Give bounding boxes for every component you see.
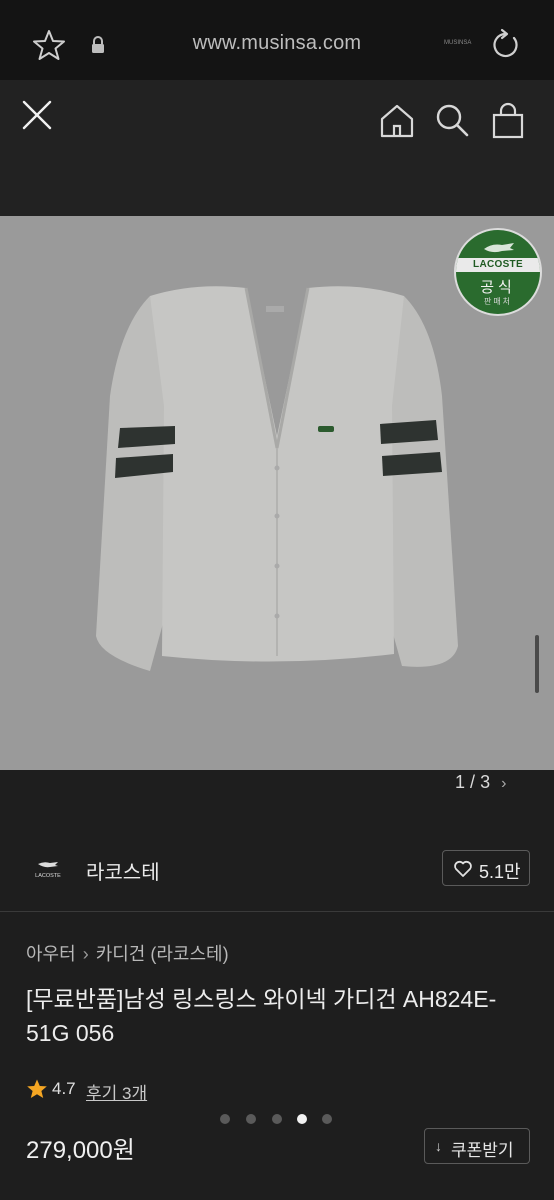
rating-score: 4.7 [52,1079,76,1098]
carousel-dot[interactable] [220,1114,230,1124]
app-header [0,80,554,216]
svg-text:LACOSTE: LACOSTE [35,873,61,879]
like-count: 5.1만 [479,862,521,882]
star-icon [27,1079,47,1098]
brand-name[interactable]: 라코스테 [86,856,160,885]
brand-row[interactable]: LACOSTE 라코스테 5.1만 [0,826,554,912]
counter-total: 3 [480,772,491,792]
like-button[interactable]: 5.1만 [442,850,530,886]
tab-mini-label: MUSINSA [444,40,472,46]
search-icon[interactable] [434,102,470,138]
review-count-link[interactable]: 후기 3개 [86,1079,147,1104]
official-seller-badge: LACOSTE 공식 판매처 [454,228,542,316]
breadcrumb-separator: › [82,944,89,964]
shopping-bag-icon[interactable] [490,102,526,140]
carousel-dot[interactable] [246,1114,256,1124]
gallery-pager: 1 / 3 › [0,770,554,826]
crocodile-logo-icon [484,243,514,253]
reload-icon[interactable] [488,28,522,62]
coupon-button[interactable]: ↓ 쿠폰받기 [424,1128,530,1164]
heart-icon [454,860,472,877]
brand-logo: LACOSTE [35,862,61,879]
breadcrumb: 아우터 › 카디건 (라코스테) [26,940,229,966]
badge-sub-text: 판매처 [483,297,513,306]
counter-current: 1 [455,772,466,792]
breadcrumb-item-cardigan[interactable]: 카디건 (라코스테) [96,940,229,966]
scroll-indicator [535,635,539,693]
badge-main-text: 공식 [480,279,516,296]
carousel-dot[interactable] [322,1114,332,1124]
counter-separator: / [470,772,476,792]
badge-brand-text: LACOSTE [456,258,540,272]
breadcrumb-item-outer[interactable]: 아우터 [26,940,76,966]
coupon-label: 쿠폰받기 [451,1141,514,1160]
carousel-dot[interactable] [272,1114,282,1124]
carousel-dot-active[interactable] [297,1114,307,1124]
image-counter[interactable]: 1 / 3 › [455,772,506,793]
close-icon[interactable] [20,98,54,132]
home-icon[interactable] [378,102,416,140]
chevron-right-icon: › [501,775,507,792]
product-price: 279,000원 [26,1137,135,1164]
browser-toolbar: www.musinsa.com MUSINSA [0,0,554,80]
download-icon: ↓ [435,1138,442,1154]
product-title: [무료반품]남성 링스링스 와이넥 가디건 AH824E-51G 056 [26,986,497,1046]
